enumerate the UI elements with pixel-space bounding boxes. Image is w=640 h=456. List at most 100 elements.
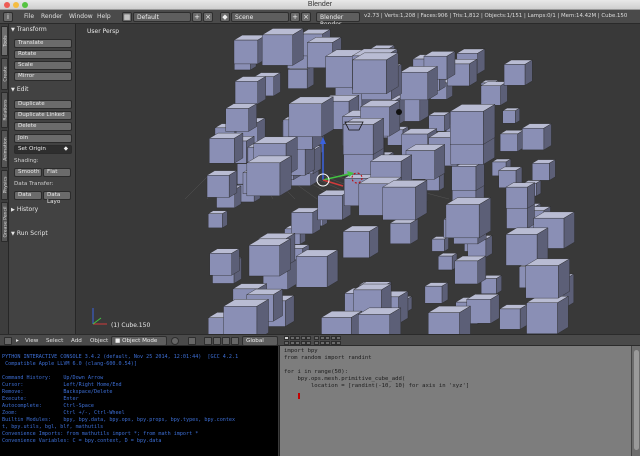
cube (502, 107, 521, 124)
edit-panel-header[interactable]: ▼ Edit (11, 86, 74, 96)
tab-physics[interactable]: Physics (1, 170, 9, 200)
layer-button[interactable] (295, 341, 301, 345)
layer-button[interactable] (336, 341, 342, 345)
layer-button[interactable] (306, 341, 312, 345)
select-menu[interactable]: Select (46, 338, 63, 344)
layer-button[interactable] (300, 336, 306, 340)
cube (499, 129, 525, 152)
view-menu[interactable]: View (25, 338, 38, 344)
text-editor[interactable]: import bpy from random import randint fo… (279, 346, 631, 456)
delete-button[interactable]: Delete (14, 122, 72, 131)
menu-render[interactable]: Render (41, 13, 62, 20)
mirror-button[interactable]: Mirror (14, 72, 72, 81)
render-engine-select[interactable]: Blender Render (316, 12, 360, 28)
text-editor-scrollbar[interactable] (631, 346, 640, 456)
cube-scene (92, 28, 576, 334)
menu-file[interactable]: File (24, 13, 34, 20)
translate-manipulator-icon[interactable] (213, 337, 221, 345)
layer-button[interactable] (314, 341, 319, 345)
remove-screen-button[interactable]: × (203, 12, 213, 22)
cube (453, 255, 487, 285)
scrollbar-thumb[interactable] (634, 350, 639, 450)
run-script-panel-header[interactable]: ▼ Run Script (11, 230, 74, 240)
layer-button[interactable] (330, 336, 336, 340)
editor-type-icon[interactable] (4, 337, 12, 345)
layer-button[interactable] (284, 336, 289, 340)
object-menu[interactable]: Object (90, 338, 108, 344)
transform-panel-header[interactable]: ▼ Transform (11, 26, 74, 36)
duplicate-linked-button[interactable]: Duplicate Linked (14, 111, 72, 120)
layer-button[interactable] (325, 336, 331, 340)
mode-select[interactable]: ■ Object Mode (111, 336, 167, 346)
python-console[interactable]: PYTHON INTERACTIVE CONSOLE 3.4.2 (defaul… (0, 346, 278, 456)
layer-button[interactable] (295, 336, 301, 340)
add-screen-button[interactable]: + (192, 12, 202, 22)
manipulator-toggle-icon[interactable] (204, 337, 212, 345)
layer-button[interactable] (319, 336, 325, 340)
layer-button[interactable] (325, 341, 331, 345)
cube (382, 179, 428, 221)
cube (531, 159, 557, 181)
lamp-icon (396, 109, 402, 115)
rotate-manipulator-icon[interactable] (222, 337, 230, 345)
layer-button[interactable] (336, 336, 342, 340)
cube (261, 28, 305, 66)
translate-button[interactable]: Translate (14, 39, 72, 48)
layer-button[interactable] (314, 336, 319, 340)
set-origin-select[interactable]: Set Origin ◆ (14, 145, 72, 154)
data-layout-button[interactable]: Data Layo (43, 191, 71, 205)
rotate-button[interactable]: Rotate (14, 50, 72, 59)
code-line: import bpy (284, 348, 318, 354)
screen-layout-icon[interactable]: ▦ (122, 12, 132, 22)
transform-orientation-select[interactable]: Global (242, 336, 278, 346)
viewport-shading-icon[interactable] (171, 337, 179, 345)
layer-button[interactable] (330, 341, 336, 345)
3d-viewport[interactable]: User Persp (1) Cube.150 (77, 24, 640, 334)
history-panel-header[interactable]: ▶ History (11, 206, 74, 216)
console-help-line: Convenience Variables: C = bpy.context, … (2, 438, 162, 444)
cube (399, 66, 439, 101)
scale-button[interactable]: Scale (14, 61, 72, 70)
scene-field[interactable]: Scene (231, 12, 289, 22)
cube (208, 132, 244, 164)
duplicate-button[interactable]: Duplicate (14, 100, 72, 109)
console-help-line: Remove: Backspace/Delete (2, 389, 113, 395)
tab-tools[interactable]: Tools (1, 26, 9, 56)
layer-button[interactable] (289, 336, 295, 340)
cube (225, 103, 258, 132)
layer-button[interactable] (319, 341, 325, 345)
expand-triangle-icon: ▶ (11, 207, 15, 213)
add-scene-button[interactable]: + (290, 12, 300, 22)
tab-grease-pencil[interactable]: Grease Pencil (1, 202, 9, 242)
menu-window[interactable]: Window (69, 13, 93, 20)
join-button[interactable]: Join (14, 134, 72, 143)
remove-scene-button[interactable]: × (301, 12, 311, 22)
data-transfer-button[interactable]: Data (14, 191, 42, 200)
smooth-shading-button[interactable]: Smooth (14, 168, 42, 177)
screen-layout-field[interactable]: Default (133, 12, 191, 22)
layer-button[interactable] (300, 341, 306, 345)
console-help-line: t, bpy.utils, bgl, blf, mathutils (2, 424, 104, 430)
flat-shading-button[interactable]: Flat (43, 168, 71, 177)
cube (287, 65, 315, 89)
cube (431, 236, 450, 252)
tab-relations[interactable]: Relations (1, 92, 9, 128)
pivot-point-icon[interactable] (188, 337, 196, 345)
scale-manipulator-icon[interactable] (231, 337, 239, 345)
scene-icon[interactable]: ◆ (220, 12, 230, 22)
cube (449, 104, 496, 145)
layer-button[interactable] (306, 336, 312, 340)
menu-help[interactable]: Help (97, 13, 111, 20)
add-menu[interactable]: Add (71, 338, 82, 344)
text-cursor (298, 393, 300, 399)
tab-animation[interactable]: Animation (1, 130, 9, 168)
menu-toggle-icon[interactable]: ▸ (16, 338, 19, 344)
console-help-line: Zoom: Ctrl +/-, Ctrl-Wheel (2, 410, 125, 416)
layer-button[interactable] (284, 341, 289, 345)
grid-line (184, 173, 211, 200)
layer-button[interactable] (289, 341, 295, 345)
cube (427, 305, 472, 334)
tool-shelf: ▼ Transform Translate Rotate Scale Mirror… (9, 24, 76, 334)
cube (248, 238, 292, 277)
tab-create[interactable]: Create (1, 58, 9, 90)
